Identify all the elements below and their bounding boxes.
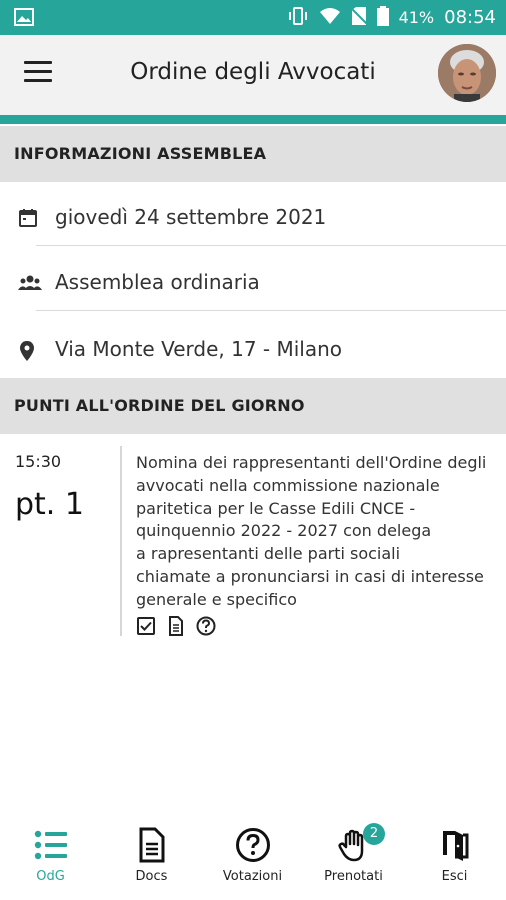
section-header-agenda: PUNTI ALL'ORDINE DEL GIORNO	[0, 378, 506, 434]
list-icon	[33, 827, 69, 863]
wifi-icon	[319, 7, 341, 29]
agenda-line: quinquennio 2022 - 2027 con delega	[136, 521, 432, 541]
bottom-navigation: OdG Docs Votazioni 2 Prenotati Esci	[0, 815, 506, 900]
divider	[36, 245, 506, 246]
nav-label: OdG	[36, 869, 65, 884]
meeting-date: giovedì 24 settembre 2021	[55, 205, 327, 229]
nav-label: Esci	[441, 869, 468, 884]
clock: 08:54	[444, 7, 496, 28]
agenda-line: a rapresentanti delle parti sociali	[136, 544, 401, 564]
agenda-line: avvocati nella commissione nazionale	[136, 475, 440, 495]
agenda-line: generale e specifico	[136, 589, 297, 609]
section-header-info: INFORMAZIONI ASSEMBLEA	[0, 126, 506, 182]
calendar-icon	[18, 208, 40, 230]
agenda-point-number: pt. 1	[15, 487, 84, 522]
nav-label: Docs	[135, 869, 168, 884]
app-bar: Ordine degli Avvocati	[0, 35, 506, 115]
nav-docs[interactable]: Docs	[101, 815, 202, 900]
divider	[36, 310, 506, 311]
prenotati-badge: 2	[363, 823, 385, 845]
info-row-type: Assemblea ordinaria	[0, 251, 506, 315]
battery-percent: 41%	[398, 8, 435, 27]
agenda-actions	[136, 616, 216, 636]
agenda-description: Nomina dei rappresentanti dell'Ordine de…	[136, 452, 487, 612]
section-title: PUNTI ALL'ORDINE DEL GIORNO	[14, 396, 305, 415]
agenda-line: chiamate a pronunciarsi in casi di inter…	[136, 566, 484, 586]
agenda-time: 15:30	[15, 452, 62, 471]
agenda-line: Nomina dei rappresentanti dell'Ordine de…	[136, 453, 487, 472]
appbar-accent-line	[0, 115, 506, 124]
info-row-date: giovedì 24 settembre 2021	[0, 186, 506, 250]
nav-odg[interactable]: OdG	[0, 815, 101, 900]
nav-esci[interactable]: Esci	[404, 815, 505, 900]
meeting-type: Assemblea ordinaria	[55, 270, 260, 294]
checkbox-icon[interactable]	[136, 616, 156, 636]
avatar[interactable]	[438, 44, 496, 102]
nav-label: Prenotati	[324, 869, 383, 884]
page-title: Ordine degli Avvocati	[130, 59, 376, 85]
agenda-line: paritetica per le Casse Edili CNCE -	[136, 498, 416, 518]
nav-prenotati[interactable]: 2 Prenotati	[303, 815, 404, 900]
gallery-icon	[14, 8, 34, 26]
vibrate-icon	[287, 6, 309, 29]
question-icon[interactable]	[196, 616, 216, 636]
group-icon	[18, 273, 42, 295]
section-title: INFORMAZIONI ASSEMBLEA	[14, 144, 267, 163]
agenda-separator	[120, 446, 122, 636]
meeting-location: Via Monte Verde, 17 - Milano	[55, 337, 343, 361]
info-row-location: Via Monte Verde, 17 - Milano	[0, 318, 506, 382]
nav-votazioni[interactable]: Votazioni	[202, 815, 303, 900]
location-pin-icon	[18, 340, 40, 362]
status-bar: 41% 08:54	[0, 0, 506, 35]
nav-label: Votazioni	[222, 869, 283, 884]
exit-door-icon	[437, 827, 473, 863]
document-icon	[134, 827, 170, 863]
battery-icon	[376, 5, 389, 30]
document-icon[interactable]	[166, 616, 186, 636]
no-sim-icon	[349, 6, 368, 30]
question-circle-icon	[235, 827, 271, 863]
